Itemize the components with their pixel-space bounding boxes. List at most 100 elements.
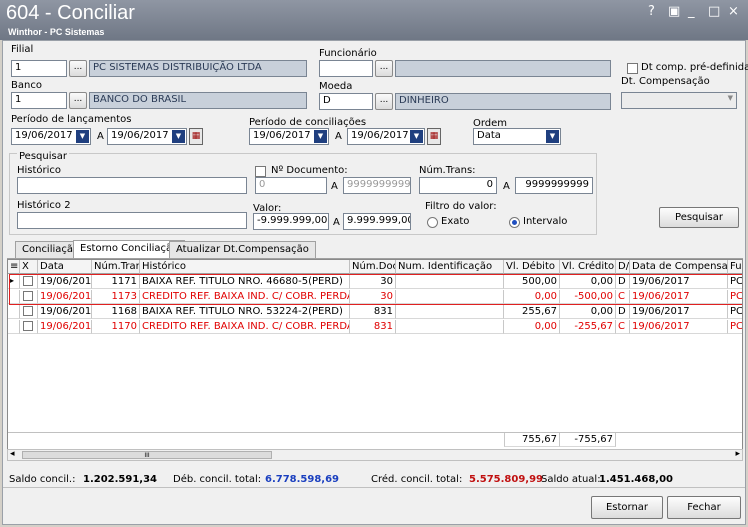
ordem-select[interactable]: Data ▼ <box>473 128 561 145</box>
funcionario-code-input[interactable] <box>319 60 373 77</box>
row-checkbox[interactable] <box>20 305 38 319</box>
historico-label: Histórico <box>17 165 62 176</box>
a-label: A <box>97 131 104 142</box>
cell-num-doc: 831 <box>350 305 396 319</box>
valor-to[interactable]: 9.999.999,00 <box>343 213 411 230</box>
col-header-num-doc[interactable]: Núm.Doc. <box>350 260 396 274</box>
col-header-dc[interactable]: D/C <box>616 260 630 274</box>
transactions-grid: ≡ X Data Núm.Tran Histórico Núm.Doc. Num… <box>7 259 743 459</box>
banco-lookup-button[interactable]: ... <box>69 92 87 109</box>
periodo-lanc-to-date[interactable]: 19/06/2017 ▼ <box>107 128 187 145</box>
num-trans-from[interactable]: 0 <box>419 177 497 194</box>
cell-data-compensacao: 19/06/2017 <box>630 320 728 334</box>
periodo-lanc-from-date[interactable]: 19/06/2017 ▼ <box>11 128 91 145</box>
deb-concil-label: Déb. concil. total: <box>173 474 262 485</box>
num-trans-to[interactable]: 9999999999 <box>515 177 593 194</box>
calendar-icon[interactable]: ▦ <box>427 128 441 145</box>
col-header-data-compensacao[interactable]: Data de Compensação <box>630 260 728 274</box>
minimize-icon[interactable]: _ <box>688 4 695 19</box>
scroll-thumb[interactable]: III <box>22 451 272 459</box>
historico-input[interactable] <box>17 177 247 194</box>
filial-label: Filial <box>11 44 34 55</box>
cred-concil-value: 5.575.809,99 <box>469 474 544 485</box>
cell-num-doc: 831 <box>350 320 396 334</box>
row-select-checkbox[interactable] <box>23 321 33 331</box>
col-header-historico[interactable]: Histórico <box>140 260 350 274</box>
calendar-dropdown-icon: ▼ <box>172 130 185 143</box>
deb-concil-value: 6.778.598,69 <box>265 474 340 485</box>
moeda-lookup-button[interactable]: ... <box>375 93 393 110</box>
window-subtitle: Winthor - PC Sistemas <box>8 27 105 37</box>
periodo-conc-from-date[interactable]: 19/06/2017 ▼ <box>249 128 329 145</box>
date-value: 19/06/2017 <box>15 130 73 141</box>
fechar-button[interactable]: Fechar <box>667 496 741 519</box>
col-header-fu[interactable]: Fu <box>728 260 742 274</box>
col-header-num-tran[interactable]: Núm.Tran <box>92 260 140 274</box>
periodo-lancamentos-label: Período de lançamentos <box>11 114 132 125</box>
cell-num-identificacao <box>396 305 504 319</box>
scroll-left-icon[interactable]: ◂ <box>10 449 15 459</box>
filial-name-field: PC SISTEMAS DISTRIBUIÇÃO LTDA <box>89 60 307 77</box>
col-header-x[interactable]: X <box>20 260 38 274</box>
dt-compensacao-label: Dt. Compensação <box>621 76 710 87</box>
scroll-right-icon[interactable]: ▸ <box>735 449 740 459</box>
a-label: A <box>333 217 340 228</box>
moeda-code-input[interactable]: D <box>319 93 373 110</box>
valor-from[interactable]: -9.999.999,00 <box>253 213 329 230</box>
calendar-dropdown-icon: ▼ <box>314 130 327 143</box>
window-title: 604 - Conciliar <box>6 2 135 24</box>
saldo-concil-value: 1.202.591,34 <box>83 474 158 485</box>
cell-vl-credito: 0,00 <box>560 305 616 319</box>
close-icon[interactable]: × <box>728 4 739 19</box>
col-header-vl-credito[interactable]: Vl. Crédito <box>560 260 616 274</box>
dt-comp-predefinida-checkbox[interactable] <box>627 63 638 74</box>
footer-divider <box>3 487 745 488</box>
dt-compensacao-dropdown[interactable]: ▼ <box>621 92 737 109</box>
chevron-down-icon: ▼ <box>727 94 733 102</box>
banco-code-input[interactable]: 1 <box>11 92 67 109</box>
periodo-conc-to-date[interactable]: 19/06/2017 ▼ <box>347 128 425 145</box>
banco-name-field: BANCO DO BRASIL <box>89 92 307 109</box>
maximize-icon[interactable]: □ <box>708 4 720 19</box>
cell-vl-debito: 255,67 <box>504 305 560 319</box>
historico2-input[interactable] <box>17 212 247 229</box>
ordem-value: Data <box>477 130 501 141</box>
main-panel: Filial 1 ... PC SISTEMAS DISTRIBUIÇÃO LT… <box>2 40 748 525</box>
periodo-conciliacoes-label: Período de conciliações <box>249 117 367 128</box>
estornar-button[interactable]: Estornar <box>591 496 663 519</box>
title-bar: 604 - Conciliar Winthor - PC Sistemas ? … <box>0 0 748 40</box>
banco-label: Banco <box>11 80 42 91</box>
horizontal-scrollbar[interactable]: ◂ III ▸ <box>7 449 743 461</box>
help-icon[interactable]: ? <box>648 4 655 19</box>
col-header-data[interactable]: Data <box>38 260 92 274</box>
restore-icon[interactable]: ▣ <box>668 4 680 19</box>
cell-dc: D <box>616 305 630 319</box>
cell-num-tran: 1170 <box>92 320 140 334</box>
date-value: 19/06/2017 <box>253 130 311 141</box>
cell-vl-credito: -255,67 <box>560 320 616 334</box>
row-checkbox[interactable] <box>20 320 38 334</box>
cred-concil-label: Créd. concil. total: <box>371 474 463 485</box>
date-value: 19/06/2017 <box>351 130 409 141</box>
num-trans-label: Núm.Trans: <box>419 165 476 176</box>
col-header-vl-debito[interactable]: Vl. Débito <box>504 260 560 274</box>
tab-atualizar-dt-compensacao[interactable]: Atualizar Dt.Compensação <box>169 241 316 258</box>
filial-lookup-button[interactable]: ... <box>69 60 87 77</box>
totals-divider <box>8 432 742 433</box>
cell-vl-debito: 0,00 <box>504 320 560 334</box>
funcionario-lookup-button[interactable]: ... <box>375 60 393 77</box>
cell-dc: C <box>616 320 630 334</box>
num-documento-checkbox[interactable] <box>255 166 266 177</box>
filial-code-input[interactable]: 1 <box>11 60 67 77</box>
calendar-icon[interactable]: ▦ <box>189 128 203 145</box>
chevron-down-icon: ▼ <box>546 130 559 143</box>
row-select-checkbox[interactable] <box>23 306 33 316</box>
num-documento-to[interactable]: 99999999999 <box>343 177 411 194</box>
col-header-num-identificacao[interactable]: Num. Identificação <box>396 260 504 274</box>
total-credito: -755,67 <box>560 433 616 447</box>
historico2-label: Histórico 2 <box>17 200 71 211</box>
intervalo-radio[interactable] <box>509 217 520 228</box>
num-documento-from[interactable]: 0 <box>255 177 327 194</box>
pesquisar-button[interactable]: Pesquisar <box>659 207 739 228</box>
exato-radio[interactable] <box>427 217 438 228</box>
